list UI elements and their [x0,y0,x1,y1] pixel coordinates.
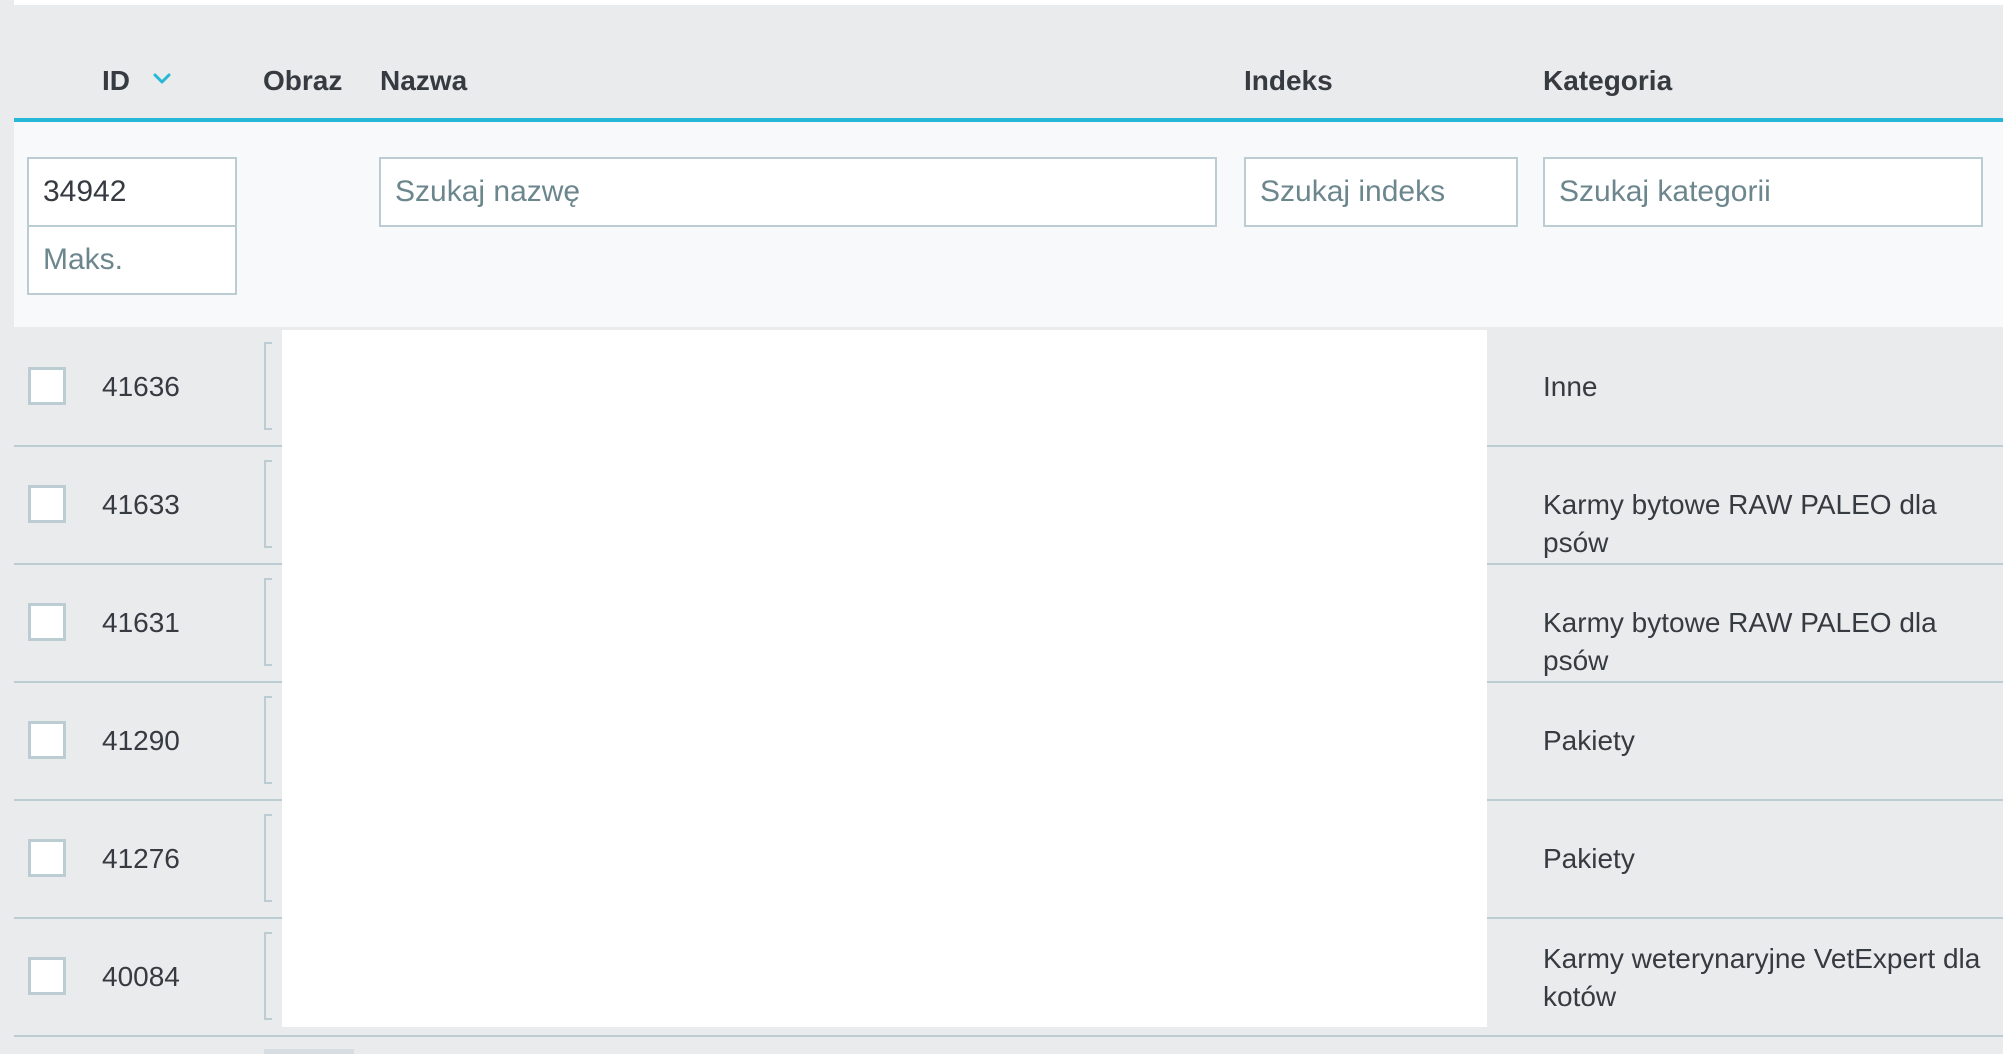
row-checkbox[interactable] [28,721,66,759]
column-header-name[interactable]: Nazwa [380,61,467,101]
row-id: 41290 [102,725,180,756]
chevron-down-icon[interactable] [150,67,174,91]
row-id: 41636 [102,371,180,402]
row-category: Pakiety [1543,725,1635,756]
products-table: ID Obraz Nazwa Indeks Kategoria 41636 In… [14,5,2003,1054]
row-id: 40084 [102,961,180,992]
index-search-input[interactable] [1244,157,1518,227]
name-search-input[interactable] [379,157,1217,227]
next-row-thumbnail [264,1049,354,1054]
table-header: ID Obraz Nazwa Indeks Kategoria [14,5,2003,122]
row-category: Karmy weterynaryjne VetExpert dla kotów [1543,943,1981,1012]
row-category: Karmy bytowe RAW PALEO dla psów [1543,607,1937,676]
row-id: 41276 [102,843,180,874]
row-id: 41633 [102,489,180,520]
column-header-category[interactable]: Kategoria [1543,61,1672,101]
column-header-index[interactable]: Indeks [1244,61,1333,101]
row-checkbox[interactable] [28,367,66,405]
product-thumbnail[interactable] [264,932,272,1020]
row-category: Karmy bytowe RAW PALEO dla psów [1543,489,1937,558]
category-search-input[interactable] [1543,157,1983,227]
row-id: 41631 [102,607,180,638]
row-category: Inne [1543,371,1598,402]
product-thumbnail[interactable] [264,696,272,784]
filter-row [14,122,2003,327]
row-category: Pakiety [1543,843,1635,874]
id-max-input[interactable] [27,225,237,295]
row-checkbox[interactable] [28,603,66,641]
column-header-image: Obraz [263,65,343,96]
row-checkbox[interactable] [28,957,66,995]
product-thumbnail[interactable] [264,342,272,430]
product-thumbnail[interactable] [264,814,272,902]
id-min-input[interactable] [27,157,237,227]
product-thumbnail[interactable] [264,578,272,666]
column-header-id[interactable]: ID [102,61,130,101]
row-checkbox[interactable] [28,839,66,877]
redacted-area [282,330,1487,1027]
row-checkbox[interactable] [28,485,66,523]
product-thumbnail[interactable] [264,460,272,548]
